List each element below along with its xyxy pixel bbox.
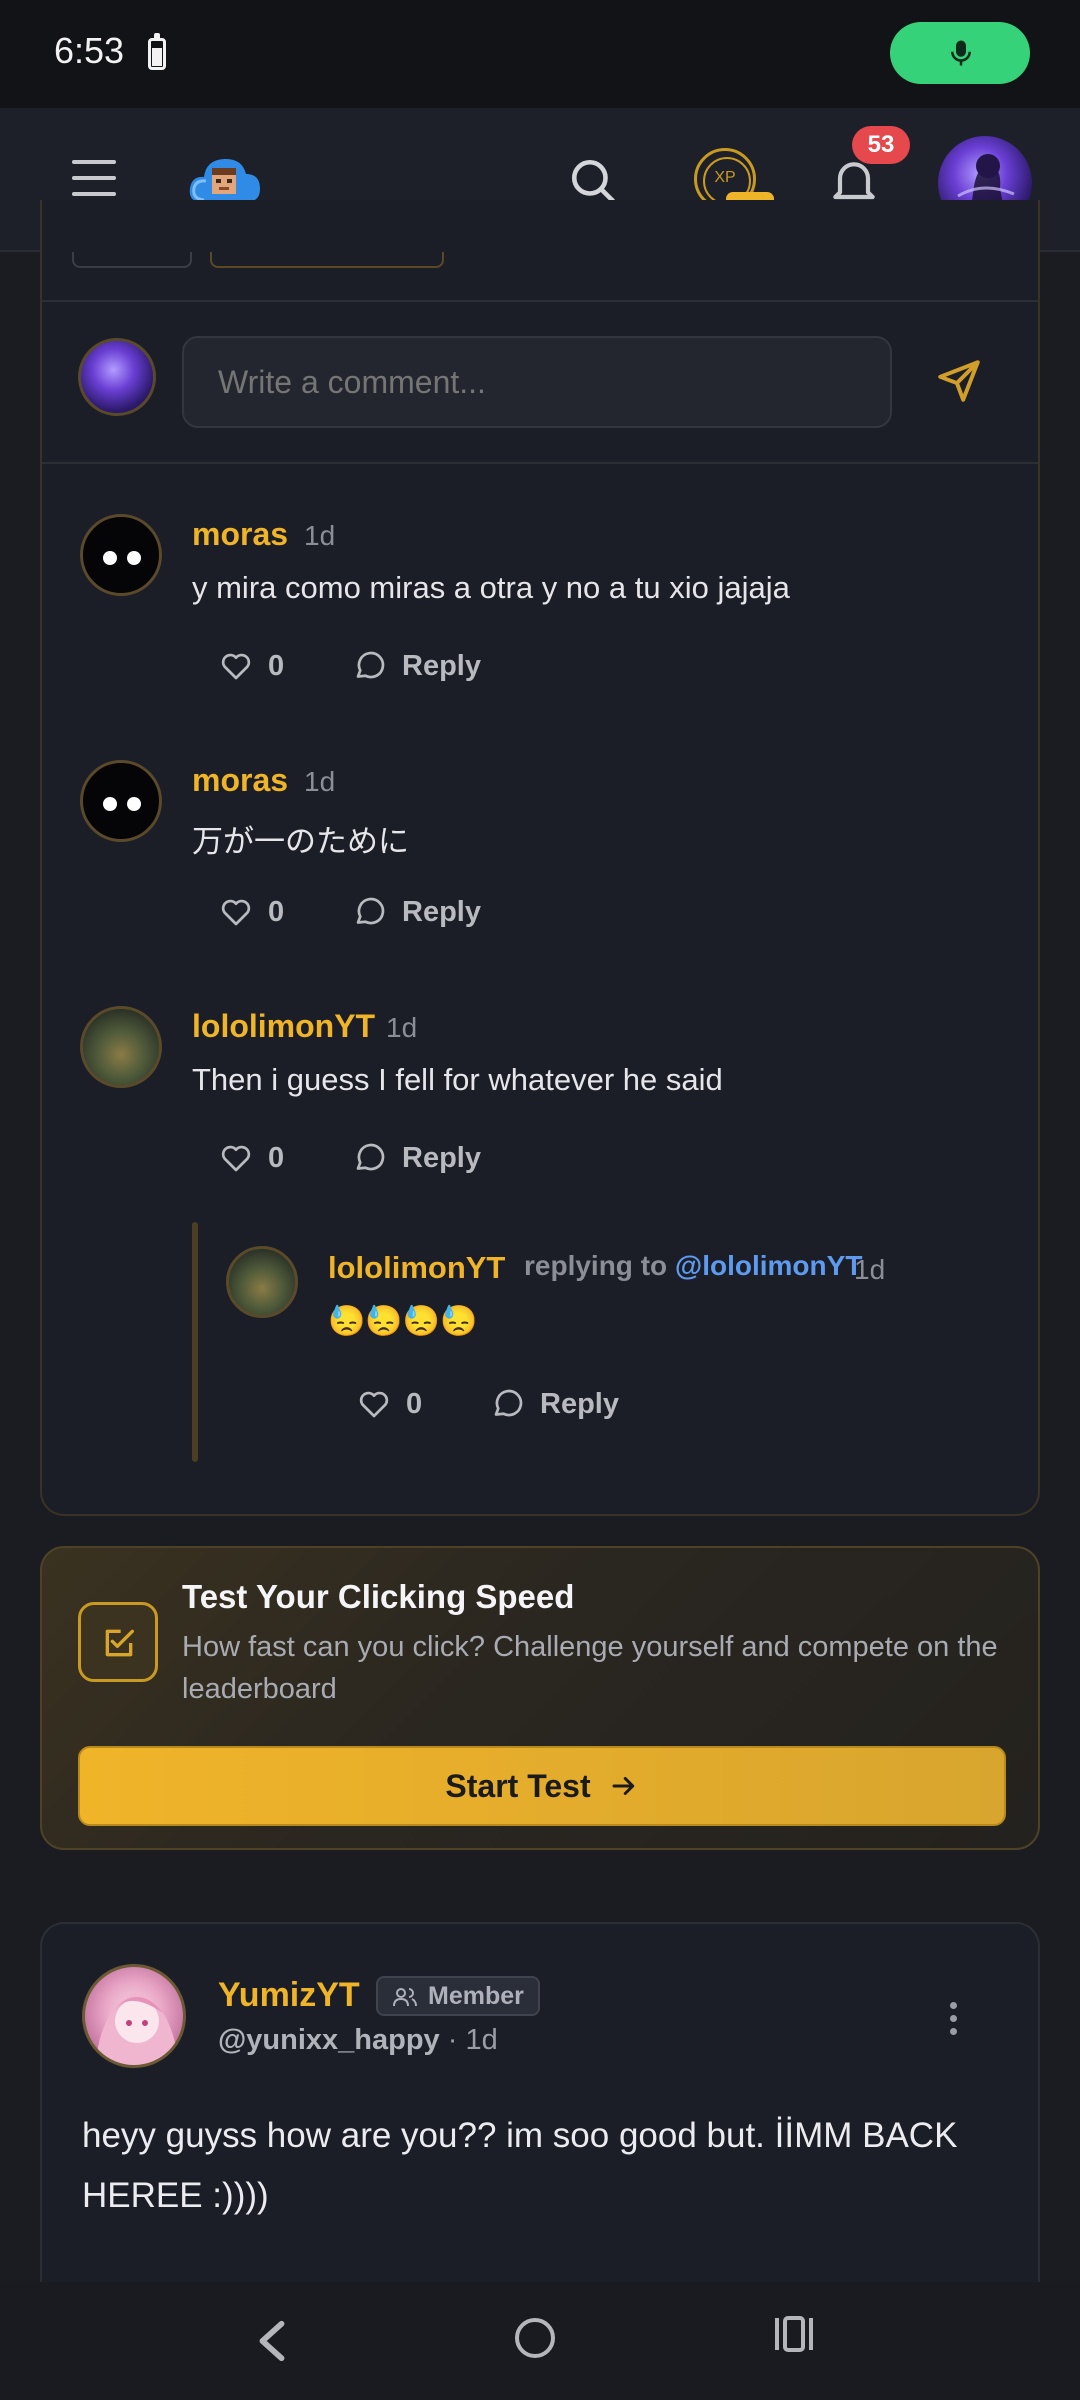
post-author-name[interactable]: YumizYT: [218, 1976, 360, 2015]
battery-icon: [148, 33, 166, 70]
system-nav-bar: [0, 2282, 1080, 2400]
post-handle-line: @yunixx_happy · 1d: [218, 2024, 498, 2057]
promo-title: Test Your Clicking Speed: [182, 1578, 575, 1615]
reply-button[interactable]: Reply: [352, 1140, 481, 1176]
comment-avatar[interactable]: [80, 760, 162, 842]
reply-avatar[interactable]: [226, 1246, 298, 1318]
reply-label: Reply: [402, 895, 481, 928]
comment-age: 1d: [386, 1012, 418, 1043]
promo-description: How fast can you click? Challenge yourse…: [182, 1631, 998, 1705]
like-count: 0: [268, 1141, 285, 1174]
reply-label: Reply: [402, 649, 481, 682]
more-vertical-icon[interactable]: [950, 2002, 960, 2036]
member-badge-label: Member: [428, 1982, 524, 2010]
post-age: · 1d: [447, 2024, 498, 2056]
reply-age: 1d: [854, 1254, 886, 1285]
comment-username[interactable]: moras: [192, 762, 288, 799]
tab-stub-active: [210, 252, 444, 268]
comment-text: 万が一のために: [192, 824, 409, 859]
comment-icon: [356, 651, 385, 679]
comment-username[interactable]: moras: [192, 516, 288, 553]
post-text: heyy guyss how are you?? im soo good but…: [82, 2116, 958, 2215]
reply-thread-line: [192, 1222, 198, 1462]
divider: [42, 300, 1038, 302]
like-button[interactable]: 0: [218, 894, 284, 930]
reply-username[interactable]: lololimonYT: [328, 1250, 505, 1286]
comment-avatar[interactable]: [80, 1006, 162, 1088]
reply-label: Reply: [540, 1387, 619, 1420]
comment-username[interactable]: lololimonYT: [192, 1008, 375, 1045]
reply-button[interactable]: Reply: [490, 1386, 619, 1422]
post-author-avatar[interactable]: [82, 1964, 186, 2068]
start-test-label: Start Test: [445, 1767, 591, 1804]
post-card: YumizYT Member @yunixx_happy · 1d heyy g…: [40, 1922, 1040, 2322]
home-icon[interactable]: [515, 2318, 555, 2358]
users-icon: [393, 1988, 417, 2007]
my-avatar: [78, 338, 156, 416]
reply-label: Reply: [402, 1141, 481, 1174]
comment-age: 1d: [304, 520, 336, 551]
menu-icon[interactable]: [72, 160, 116, 198]
recents-icon[interactable]: [772, 2314, 816, 2354]
back-icon[interactable]: [252, 2318, 292, 2364]
status-time: 6:53: [54, 30, 125, 71]
comment-avatar[interactable]: [80, 514, 162, 596]
reply-text: 😓😓😓😓: [328, 1305, 478, 1338]
divider: [42, 462, 1038, 464]
comment-icon: [356, 897, 385, 925]
send-icon[interactable]: [934, 356, 984, 406]
heart-icon: [359, 1391, 389, 1418]
reply-button[interactable]: Reply: [352, 894, 481, 930]
mic-icon: [951, 40, 971, 66]
comment-text: Then i guess I fell for whatever he said: [192, 1062, 723, 1097]
reply-button[interactable]: Reply: [352, 648, 481, 684]
replying-prefix: replying to: [524, 1250, 668, 1281]
heart-icon: [221, 653, 251, 680]
like-count: 0: [406, 1387, 423, 1420]
like-button[interactable]: 0: [218, 1140, 284, 1176]
clicking-speed-promo: Test Your Clicking Speed How fast can yo…: [40, 1546, 1040, 1850]
comment-icon: [356, 1143, 385, 1171]
status-bar: 6:53: [0, 0, 1080, 108]
notification-count-badge: 53: [852, 126, 910, 164]
heart-icon: [221, 1145, 251, 1172]
member-badge: Member: [376, 1976, 540, 2016]
xp-label: XP: [714, 169, 736, 186]
like-count: 0: [268, 649, 285, 682]
comment-age: 1d: [304, 766, 336, 797]
start-test-button[interactable]: Start Test: [78, 1746, 1006, 1826]
replying-to: replying to @lololimonYT: [524, 1250, 862, 1282]
arrow-right-icon: [612, 1777, 634, 1795]
post-handle[interactable]: @yunixx_happy: [218, 2024, 440, 2056]
anime-avatar-icon: [95, 1991, 179, 2065]
like-button[interactable]: 0: [356, 1386, 422, 1422]
comment-text: y mira como miras a otra y no a tu xio j…: [192, 570, 790, 605]
heart-icon: [221, 899, 251, 926]
mention-link[interactable]: @lololimonYT: [675, 1250, 863, 1281]
mic-indicator[interactable]: [890, 22, 1030, 84]
like-count: 0: [268, 895, 285, 928]
like-button[interactable]: 0: [218, 648, 284, 684]
comment-input[interactable]: [182, 336, 892, 428]
comment-icon: [494, 1389, 523, 1417]
search-icon[interactable]: [568, 156, 618, 206]
tab-stub-left: [72, 252, 192, 268]
checkbox-icon: [78, 1602, 158, 1682]
